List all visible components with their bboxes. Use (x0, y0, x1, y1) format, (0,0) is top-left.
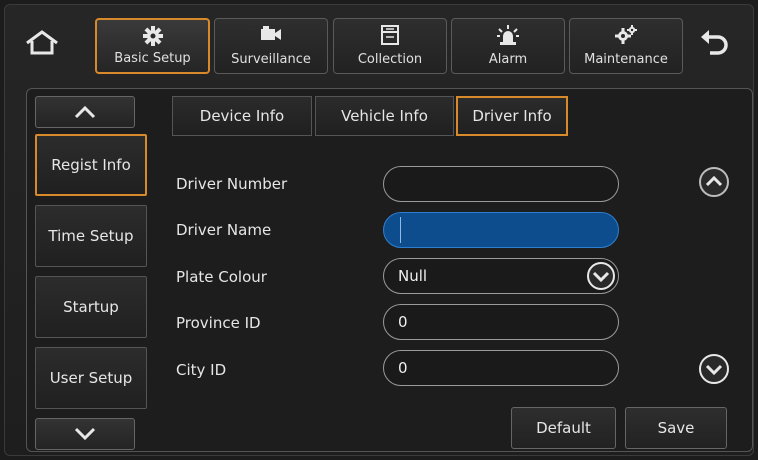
camera-icon (261, 26, 281, 40)
gear-icon (142, 26, 163, 46)
text-caret (400, 217, 401, 243)
back-button[interactable] (692, 22, 736, 66)
tab-driver-info[interactable]: Driver Info (456, 96, 568, 136)
alarm-light-icon (497, 25, 519, 45)
chevron-up-icon (74, 105, 96, 119)
sidebar-scroll-down-button[interactable] (35, 418, 135, 450)
sidebar-item-label: User Setup (49, 369, 133, 387)
tab-device-info[interactable]: Device Info (172, 96, 312, 136)
subtab-label: Driver Info (472, 107, 552, 125)
default-button-label: Default (536, 419, 591, 437)
driver-name-label: Driver Name (176, 221, 272, 239)
archive-icon (381, 25, 399, 45)
tab-surveillance[interactable]: Surveillance (214, 18, 328, 74)
sidebar-item-startup[interactable]: Startup (35, 276, 147, 338)
plate-colour-select[interactable]: Null (383, 258, 619, 294)
city-id-field[interactable]: 0 (383, 350, 619, 386)
save-button[interactable]: Save (625, 407, 727, 449)
subtab-label: Vehicle Info (341, 107, 428, 125)
plate-colour-label: Plate Colour (176, 268, 267, 286)
sidebar-item-label: Time Setup (48, 227, 134, 245)
province-id-field[interactable]: 0 (383, 304, 619, 340)
back-arrow-icon (701, 30, 728, 55)
scroll-up-button[interactable] (698, 166, 730, 198)
tab-maintenance[interactable]: Maintenance (569, 18, 683, 74)
driver-number-field[interactable] (383, 166, 619, 202)
sidebar-item-time-setup[interactable]: Time Setup (35, 205, 147, 267)
gears-icon (615, 25, 637, 44)
sidebar-scroll-up-button[interactable] (35, 96, 135, 128)
home-button[interactable] (20, 22, 64, 66)
subtab-label: Device Info (199, 107, 285, 125)
sidebar-item-regist-info[interactable]: Regist Info (35, 134, 147, 196)
tab-label: Collection (357, 52, 423, 67)
sidebar-item-label: Regist Info (51, 156, 131, 174)
plate-colour-value: Null (398, 267, 428, 285)
default-button[interactable]: Default (511, 407, 616, 449)
chevron-down-icon[interactable] (586, 261, 616, 291)
province-id-label: Province ID (176, 314, 261, 332)
tab-alarm[interactable]: Alarm (451, 18, 565, 74)
chevron-down-icon (74, 427, 96, 441)
tab-label: Alarm (488, 52, 528, 67)
scroll-down-button[interactable] (698, 353, 730, 385)
city-id-label: City ID (176, 361, 227, 379)
driver-number-label: Driver Number (176, 175, 288, 193)
home-icon (26, 30, 58, 55)
sidebar-item-label: Startup (63, 298, 119, 316)
tab-label: Basic Setup (114, 51, 191, 66)
tab-basic-setup[interactable]: Basic Setup (95, 18, 210, 74)
tab-vehicle-info[interactable]: Vehicle Info (315, 96, 454, 136)
save-button-label: Save (657, 419, 695, 437)
tab-collection[interactable]: Collection (333, 18, 447, 74)
city-id-value: 0 (398, 359, 408, 377)
tab-label: Surveillance (231, 52, 311, 67)
province-id-value: 0 (398, 313, 408, 331)
sidebar-item-user-setup[interactable]: User Setup (35, 347, 147, 409)
driver-name-field[interactable] (383, 212, 619, 248)
tab-label: Maintenance (584, 52, 668, 67)
